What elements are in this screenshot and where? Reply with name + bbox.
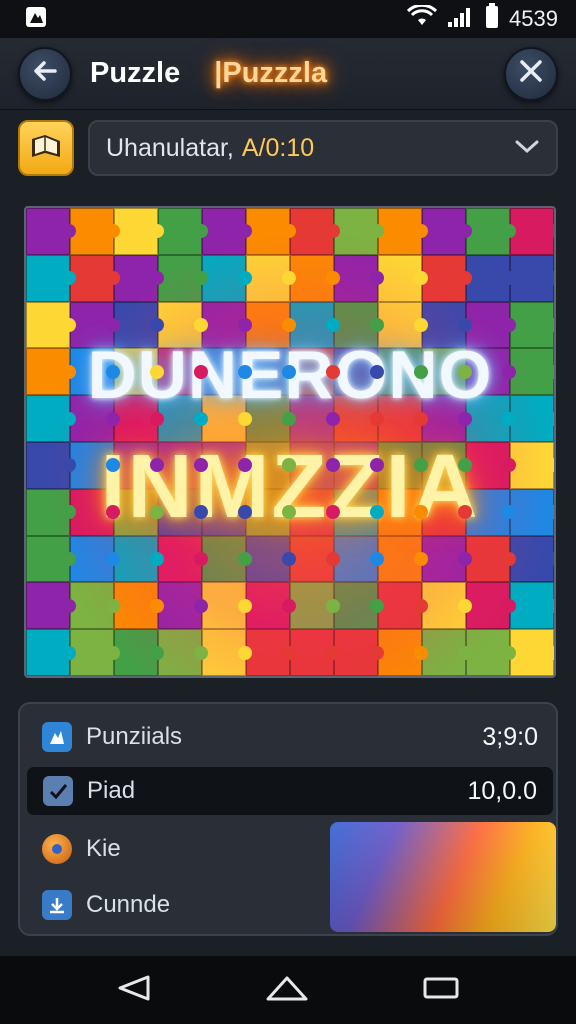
stats-row-puzzles[interactable]: Punziials 3;9:0 <box>26 712 554 762</box>
stats-row-kie[interactable]: Kie <box>26 824 326 874</box>
stats-row-cunnde[interactable]: Cunnde <box>26 880 326 930</box>
page-subtitle: |Puzzzla <box>214 57 328 89</box>
nav-recents-icon[interactable] <box>422 975 460 1006</box>
status-bar: 4539 <box>0 0 576 38</box>
stats-value: 10,0.0 <box>467 776 537 805</box>
nav-back-icon[interactable] <box>116 974 152 1007</box>
back-arrow-icon <box>31 57 59 90</box>
puzzle-icon <box>42 722 72 752</box>
nav-home-icon[interactable] <box>265 974 309 1007</box>
wifi-icon <box>406 3 438 33</box>
stats-label: Ρiad <box>87 777 136 804</box>
stats-label: Punziials <box>86 723 183 750</box>
book-button[interactable] <box>18 120 74 176</box>
close-icon <box>518 58 544 89</box>
filter-row: Uhanulatar, A/0:10 <box>18 120 558 178</box>
board-neon-subtitle: INMZZIA <box>100 437 480 537</box>
signal-icon <box>447 4 475 34</box>
filter-dropdown[interactable]: Uhanulatar, A/0:10 <box>88 120 558 176</box>
puzzle-board[interactable]: DUNERONO INMZZIA <box>24 206 556 678</box>
status-time: 4539 <box>509 6 558 31</box>
stats-label: Kie <box>86 835 121 862</box>
app-bar: Puzzle |Puzzzla <box>0 38 576 110</box>
back-button[interactable] <box>18 46 72 101</box>
filter-label: Uhanulatar, <box>106 133 234 162</box>
page-title: Puzzle <box>90 57 181 89</box>
book-icon <box>29 131 63 166</box>
filter-value: A/0:10 <box>241 133 315 162</box>
stats-label: Cunnde <box>86 891 171 918</box>
coin-icon <box>42 834 72 864</box>
system-nav-bar <box>0 956 576 1024</box>
stats-panel: Punziials 3;9:0 Ρiad 10,0.0 Kie Cunnde <box>18 702 558 936</box>
close-button[interactable] <box>504 46 558 101</box>
checkbox-icon <box>43 776 73 806</box>
notification-icon <box>24 5 48 34</box>
stats-value: 3;9:0 <box>482 722 538 751</box>
color-swatch[interactable] <box>330 822 556 932</box>
stats-row-selected[interactable]: Ρiad 10,0.0 <box>26 766 554 816</box>
download-icon <box>42 890 72 920</box>
chevron-down-icon <box>514 134 540 163</box>
battery-icon <box>485 3 499 35</box>
